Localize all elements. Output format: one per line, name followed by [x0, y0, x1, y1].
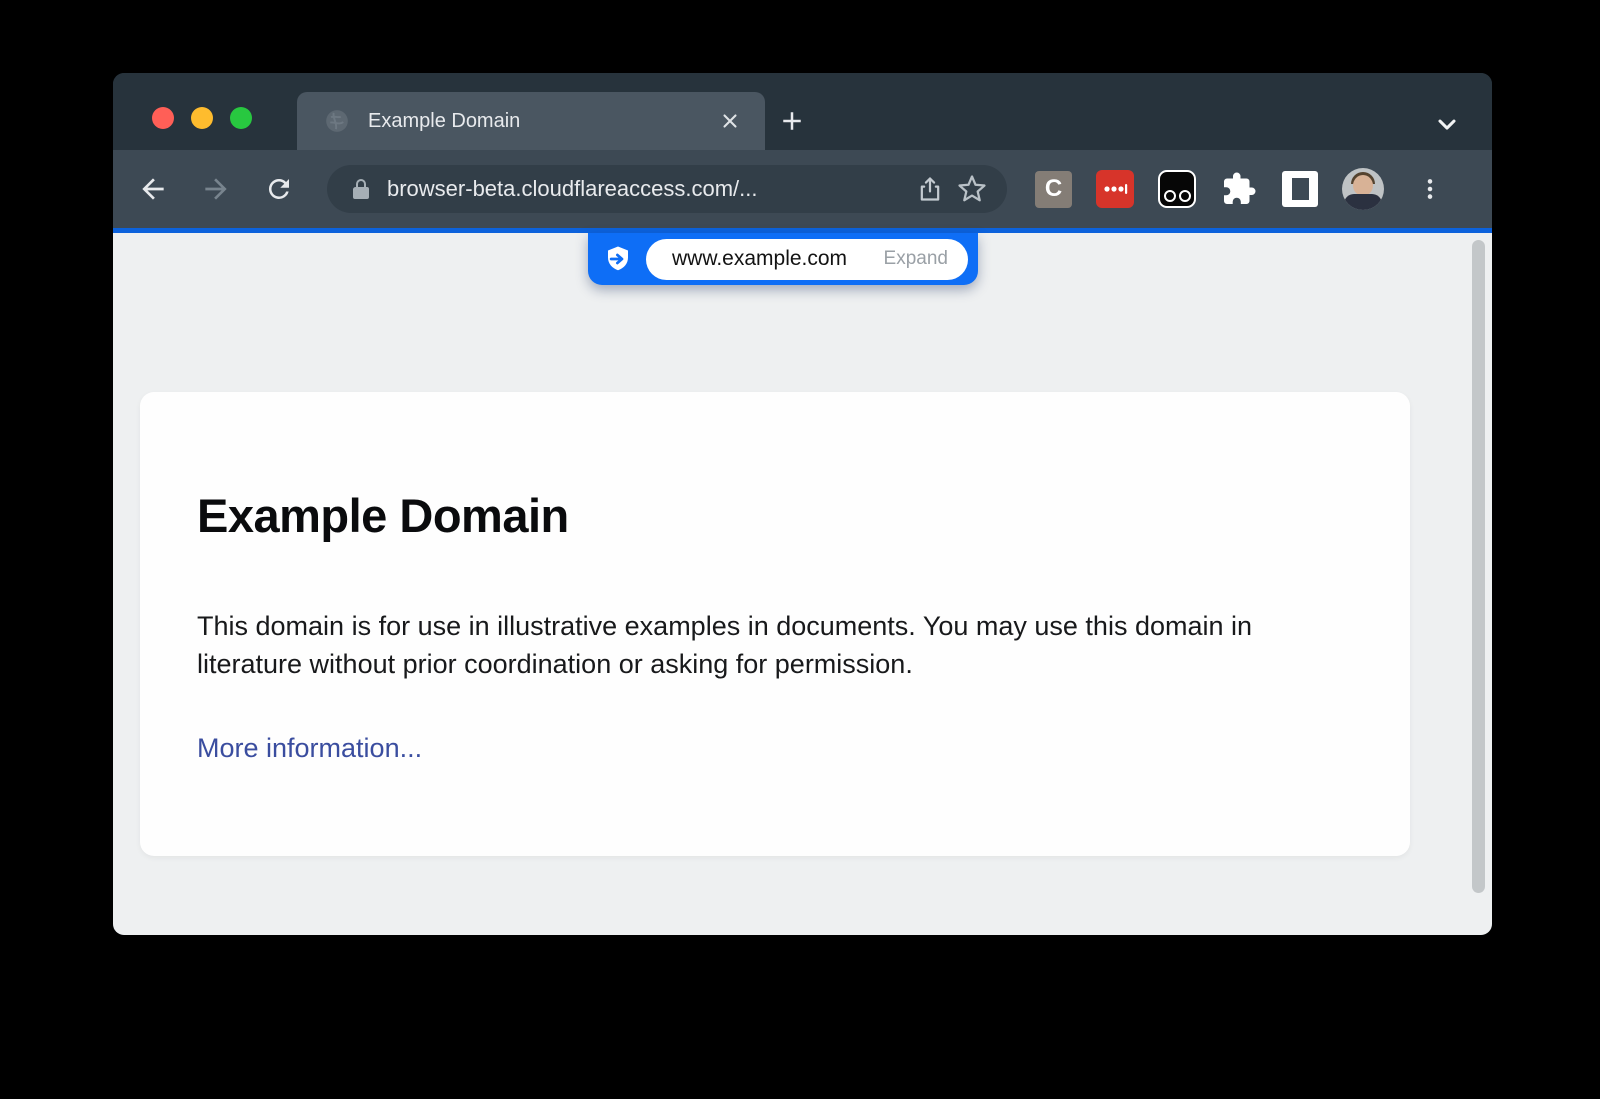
- browser-menu-icon[interactable]: [1410, 169, 1450, 209]
- lock-icon: [349, 177, 373, 201]
- page-title: Example Domain: [197, 488, 1350, 543]
- page-viewport: www.example.com Expand Example Domain Th…: [113, 233, 1492, 935]
- reload-button[interactable]: [256, 166, 302, 212]
- profile-avatar[interactable]: [1342, 168, 1384, 210]
- vertical-scrollbar[interactable]: [1472, 240, 1485, 893]
- close-window-button[interactable]: [152, 107, 174, 129]
- desktop-background: Example Domain: [0, 0, 1600, 1099]
- forward-button[interactable]: [193, 166, 239, 212]
- bookmark-star-icon[interactable]: [951, 168, 993, 210]
- more-information-link[interactable]: More information...: [197, 733, 422, 764]
- isolation-domain-pill[interactable]: www.example.com Expand: [588, 233, 978, 285]
- extensions-area: C: [1035, 168, 1450, 210]
- tab-title: Example Domain: [368, 110, 713, 133]
- binoculars-extension-icon[interactable]: [1158, 170, 1196, 208]
- page-paragraph: This domain is for use in illustrative e…: [197, 607, 1347, 683]
- share-icon[interactable]: [909, 168, 951, 210]
- window-controls: [152, 107, 252, 129]
- minimize-window-button[interactable]: [191, 107, 213, 129]
- isolation-domain-field[interactable]: www.example.com Expand: [646, 239, 968, 280]
- shield-arrow-icon: [603, 244, 633, 274]
- toolbar: browser-beta.cloudflareaccess.com/... C: [113, 150, 1492, 228]
- sidebar-frame-icon[interactable]: [1282, 171, 1318, 207]
- lastpass-extension-icon[interactable]: [1096, 170, 1134, 208]
- puzzle-extensions-icon[interactable]: [1220, 170, 1258, 208]
- content-card: Example Domain This domain is for use in…: [140, 392, 1410, 856]
- tab-close-icon[interactable]: [713, 104, 747, 138]
- fullscreen-window-button[interactable]: [230, 107, 252, 129]
- isolated-domain-text: www.example.com: [672, 247, 847, 271]
- tab-search-chevron-icon[interactable]: [1429, 109, 1465, 139]
- tab-strip: Example Domain: [113, 73, 1492, 150]
- back-button[interactable]: [130, 166, 176, 212]
- globe-favicon-icon: [324, 108, 350, 134]
- tab-example-domain[interactable]: Example Domain: [297, 92, 765, 150]
- address-bar[interactable]: browser-beta.cloudflareaccess.com/...: [327, 165, 1007, 213]
- new-tab-button[interactable]: [774, 103, 810, 139]
- url-text[interactable]: browser-beta.cloudflareaccess.com/...: [387, 176, 909, 202]
- extension-c-icon[interactable]: C: [1035, 171, 1072, 208]
- expand-button[interactable]: Expand: [884, 248, 948, 270]
- browser-window: Example Domain: [113, 73, 1492, 935]
